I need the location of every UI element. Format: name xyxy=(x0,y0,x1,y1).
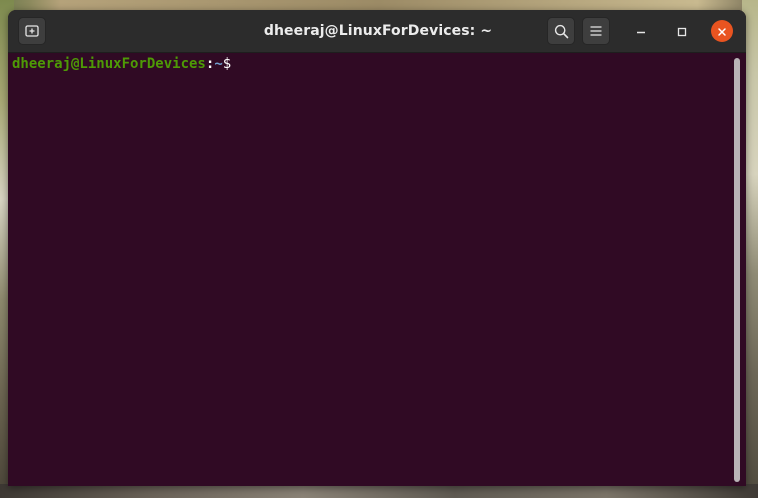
prompt-user-host: dheeraj@LinuxForDevices xyxy=(12,56,206,72)
shell-prompt: dheeraj@LinuxForDevices:~$ xyxy=(12,55,231,73)
minimize-icon xyxy=(636,22,646,41)
prompt-path: ~ xyxy=(214,56,223,72)
title-bar[interactable]: dheeraj@LinuxForDevices: ~ xyxy=(8,10,746,53)
new-tab-button[interactable] xyxy=(18,17,46,45)
search-icon xyxy=(554,24,569,39)
search-button[interactable] xyxy=(547,17,575,45)
maximize-icon xyxy=(677,22,687,41)
maximize-button[interactable] xyxy=(671,20,693,42)
vertical-scrollbar[interactable] xyxy=(734,58,740,482)
terminal-output-area[interactable]: dheeraj@LinuxForDevices:~$ xyxy=(8,53,746,486)
close-icon xyxy=(717,22,727,41)
close-button[interactable] xyxy=(711,20,733,42)
minimize-button[interactable] xyxy=(630,20,652,42)
wallpaper-bottom-edge xyxy=(0,484,758,498)
terminal-window: dheeraj@LinuxForDevices: ~ dheeraj@Linux… xyxy=(8,10,746,486)
hamburger-menu-icon xyxy=(590,26,602,36)
window-title: dheeraj@LinuxForDevices: ~ xyxy=(263,23,493,39)
new-tab-icon xyxy=(25,24,39,38)
prompt-symbol: $ xyxy=(222,56,232,72)
menu-button[interactable] xyxy=(582,17,610,45)
